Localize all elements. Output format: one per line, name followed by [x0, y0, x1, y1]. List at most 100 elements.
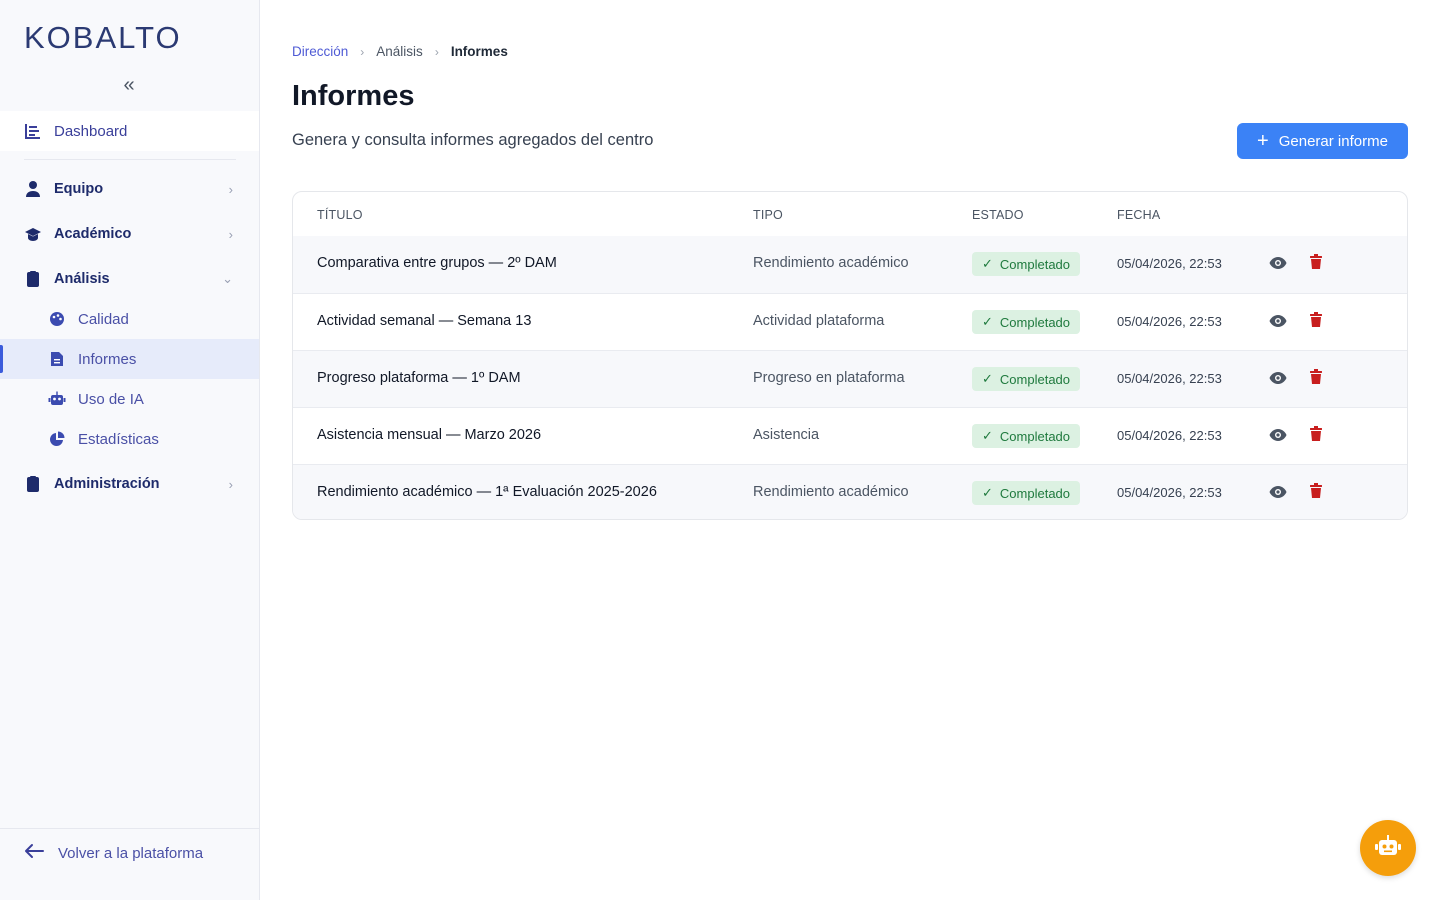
delete-report-button[interactable] [1307, 369, 1325, 389]
delete-report-button[interactable] [1307, 254, 1325, 274]
sidebar-item-label: Calidad [78, 310, 129, 328]
generate-report-label: Generar informe [1278, 132, 1388, 150]
sidebar-footer: Volver a la plataforma [0, 828, 259, 900]
sidebar-item-analisis[interactable]: Análisis ⌄ [0, 259, 259, 299]
sidebar-item-equipo[interactable]: Equipo › [0, 169, 259, 209]
report-date: 05/04/2026, 22:53 [1117, 314, 1222, 329]
sidebar-item-label: Estadísticas [78, 430, 159, 448]
check-icon: ✓ [982, 371, 993, 386]
trash-icon [1310, 426, 1322, 446]
status-badge: ✓ Completado [972, 310, 1081, 334]
eye-icon [1269, 256, 1287, 274]
trash-icon [1310, 369, 1322, 389]
report-date: 05/04/2026, 22:53 [1117, 256, 1222, 271]
sidebar-item-label: Equipo [54, 181, 104, 197]
back-link-label: Volver a la plataforma [58, 844, 204, 862]
column-header-fecha: FECHA [1117, 208, 1161, 222]
sidebar-item-label: Dashboard [54, 122, 128, 140]
report-date: 05/04/2026, 22:53 [1117, 485, 1222, 500]
reports-table: TÍTULO TIPO ESTADO FECHA Comparativa ent… [292, 191, 1408, 520]
report-title: Progreso plataforma — 1º DAM [317, 370, 521, 386]
report-date: 05/04/2026, 22:53 [1117, 371, 1222, 386]
sidebar-item-dashboard[interactable]: Dashboard [0, 111, 259, 151]
clipboard-icon [24, 270, 42, 288]
back-to-platform-link[interactable]: Volver a la plataforma [24, 843, 203, 863]
robot-icon [1374, 834, 1402, 863]
chevron-right-icon: › [360, 44, 365, 59]
sidebar-item-administracion[interactable]: Administración › [0, 464, 259, 504]
robot-icon [48, 390, 66, 408]
sidebar-divider [24, 159, 236, 160]
sidebar: KOBALTO « Dashboard Equipo › Académico ›… [0, 0, 260, 900]
status-label: Completado [999, 428, 1071, 444]
chevron-right-icon: › [228, 476, 233, 492]
pie-chart-icon [48, 430, 66, 448]
app-logo[interactable]: KOBALTO [24, 20, 182, 56]
check-icon: ✓ [982, 485, 993, 500]
palette-icon [48, 310, 66, 328]
status-badge: ✓ Completado [972, 481, 1081, 505]
sidebar-item-label: Administración [54, 476, 160, 492]
sidebar-item-estadisticas[interactable]: Estadísticas [0, 419, 259, 459]
collapse-sidebar-button[interactable]: « [118, 74, 140, 96]
generate-report-button[interactable]: + Generar informe [1237, 123, 1408, 159]
report-title: Asistencia mensual — Marzo 2026 [317, 427, 542, 443]
chevrons-left-icon: « [123, 74, 135, 96]
eye-icon [1269, 371, 1287, 389]
sidebar-item-uso-ia[interactable]: Uso de IA [0, 379, 259, 419]
table-header: TÍTULO TIPO ESTADO FECHA [293, 192, 1407, 236]
trash-icon [1310, 254, 1322, 274]
breadcrumb-direccion[interactable]: Dirección [292, 44, 348, 59]
report-title: Rendimiento académico — 1ª Evaluación 20… [317, 484, 657, 500]
table-row: Comparativa entre grupos — 2º DAM Rendimi… [293, 236, 1407, 293]
sidebar-item-label: Informes [78, 350, 137, 368]
view-report-button[interactable] [1268, 427, 1288, 447]
chevron-right-icon: › [228, 181, 233, 197]
report-type: Rendimiento académico [753, 484, 909, 500]
sidebar-item-label: Análisis [54, 271, 110, 287]
column-header-estado: ESTADO [972, 208, 1024, 222]
delete-report-button[interactable] [1307, 312, 1325, 332]
view-report-button[interactable] [1268, 255, 1288, 275]
status-label: Completado [999, 256, 1071, 272]
breadcrumb-analisis[interactable]: Análisis [376, 44, 423, 59]
chevron-right-icon: › [434, 44, 439, 59]
sidebar-item-label: Académico [54, 226, 132, 242]
status-label: Completado [999, 371, 1071, 387]
view-report-button[interactable] [1268, 370, 1288, 390]
page-title: Informes [292, 80, 415, 112]
view-report-button[interactable] [1268, 484, 1288, 504]
eye-icon [1269, 314, 1287, 332]
report-title: Actividad semanal — Semana 13 [317, 313, 532, 329]
sidebar-item-academico[interactable]: Académico › [0, 214, 259, 254]
report-type: Asistencia [753, 427, 820, 443]
column-header-titulo: TÍTULO [317, 208, 363, 222]
plus-icon: + [1257, 130, 1269, 152]
view-report-button[interactable] [1268, 313, 1288, 333]
page-subtitle: Genera y consulta informes agregados del… [292, 131, 654, 149]
check-icon: ✓ [982, 256, 993, 271]
status-badge: ✓ Completado [972, 252, 1081, 276]
trash-icon [1310, 312, 1322, 332]
table-row: Actividad semanal — Semana 13 Actividad p… [293, 293, 1407, 350]
column-header-tipo: TIPO [753, 208, 783, 222]
breadcrumb: Dirección › Análisis › Informes [292, 44, 508, 59]
table-row: Asistencia mensual — Marzo 2026 Asistenci… [293, 407, 1407, 464]
status-label: Completado [999, 314, 1071, 330]
check-icon: ✓ [982, 428, 993, 443]
status-label: Completado [999, 485, 1071, 501]
ai-assistant-button[interactable] [1360, 820, 1416, 876]
delete-report-button[interactable] [1307, 483, 1325, 503]
delete-report-button[interactable] [1307, 426, 1325, 446]
table-row: Rendimiento académico — 1ª Evaluación 20… [293, 464, 1407, 519]
report-date: 05/04/2026, 22:53 [1117, 428, 1222, 443]
sidebar-item-informes[interactable]: Informes [0, 339, 259, 379]
status-badge: ✓ Completado [972, 367, 1081, 391]
report-title: Comparativa entre grupos — 2º DAM [317, 255, 557, 271]
graduation-cap-icon [24, 225, 42, 243]
sidebar-item-calidad[interactable]: Calidad [0, 299, 259, 339]
report-type: Actividad plataforma [753, 313, 885, 329]
eye-icon [1269, 485, 1287, 503]
trash-icon [1310, 483, 1322, 503]
table-row: Progreso plataforma — 1º DAM Progreso en … [293, 350, 1407, 407]
